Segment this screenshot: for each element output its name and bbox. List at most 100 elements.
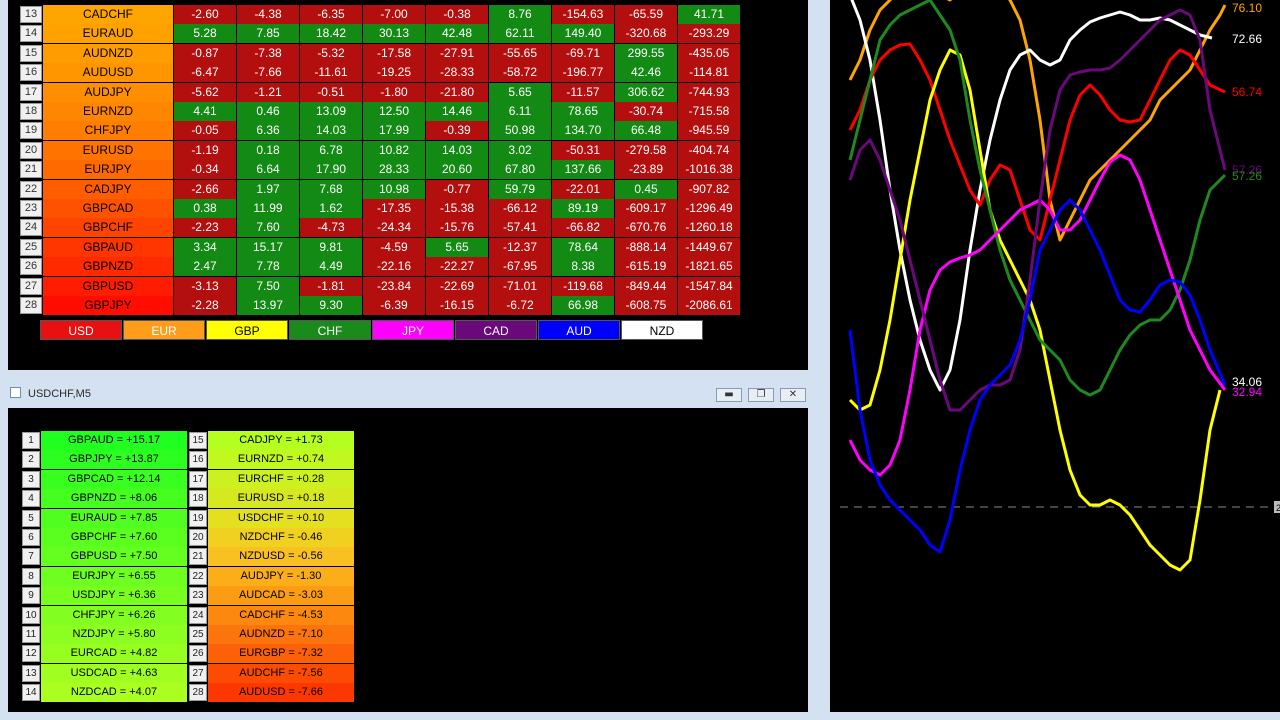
row-number: 15 — [20, 44, 42, 62]
matrix-cell: -27.91 — [426, 43, 488, 63]
ranking-label: EURCHF = +0.28 — [208, 469, 354, 489]
row-number: 27 — [20, 277, 42, 295]
matrix-cell: 50.98 — [489, 121, 551, 141]
matrix-cell: -2.66 — [174, 179, 236, 199]
matrix-cell: -119.68 — [552, 276, 614, 296]
chart-value-label: 56.74 — [1232, 85, 1262, 99]
matrix-row: 18 EURNZD 4.41 0.46 13.09 12.50 14.46 6.11 78.65… — [20, 102, 740, 121]
chart-window-usdchf[interactable]: USDCHF,M5 ▬ ❐ ✕ 1 GBPAUD = +15.17 2 GBPJPY … — [0, 378, 820, 720]
minimize-button[interactable]: ▬ — [716, 388, 742, 402]
currency-strength-chart-window: 76.1072.6656.7457.2657.2634.0632.9420 — [820, 0, 1280, 720]
ranking-number: 12 — [22, 645, 40, 663]
matrix-cell: 7.85 — [237, 24, 299, 44]
window-titlebar[interactable]: USDCHF,M5 ▬ ❐ ✕ — [0, 378, 820, 408]
pair-label: AUDUSD — [43, 63, 173, 83]
matrix-cell: 6.36 — [237, 121, 299, 141]
row-number: 13 — [20, 6, 42, 23]
matrix-cell: 67.80 — [489, 160, 551, 180]
matrix-cell: -28.33 — [426, 63, 488, 83]
ranking-row: 20 NZDCHF = -0.46 — [189, 528, 354, 547]
pair-label: CADJPY — [43, 179, 173, 199]
matrix-cell: 4.41 — [174, 102, 236, 121]
matrix-cell: -58.72 — [489, 63, 551, 83]
matrix-cell: -11.57 — [552, 82, 614, 102]
ranking-label: AUDCAD = -3.03 — [208, 586, 354, 606]
matrix-cell: -22.27 — [426, 257, 488, 277]
matrix-cell: 20.60 — [426, 160, 488, 180]
matrix-cell: -907.82 — [678, 179, 740, 199]
ranking-row: 27 AUDCHF = -7.56 — [189, 663, 354, 683]
legend-aud: AUD — [538, 320, 620, 340]
close-button[interactable]: ✕ — [780, 388, 806, 402]
matrix-cell: -888.14 — [615, 237, 677, 257]
matrix-cell: -196.77 — [552, 63, 614, 83]
matrix-cell: 18.42 — [300, 24, 362, 44]
ranking-number: 23 — [189, 587, 207, 605]
ranking-number: 2 — [22, 451, 40, 469]
matrix-cell: 89.19 — [552, 199, 614, 218]
ranking-row: 3 GBPCAD = +12.14 — [22, 469, 187, 489]
matrix-cell: -17.35 — [363, 199, 425, 218]
matrix-cell: -55.65 — [489, 43, 551, 63]
matrix-cell: -0.05 — [174, 121, 236, 141]
matrix-cell: -849.44 — [615, 276, 677, 296]
matrix-cell: -4.38 — [237, 5, 299, 24]
pair-label: EURAUD — [43, 24, 173, 44]
matrix-row: 28 GBPJPY -2.28 13.97 9.30 -6.39 -16.15 -6.72 66… — [20, 296, 740, 315]
ranking-label: NZDCAD = +4.07 — [41, 683, 187, 703]
matrix-cell: 0.38 — [174, 199, 236, 218]
matrix-cell: -16.15 — [426, 296, 488, 315]
chart-value-label: 32.94 — [1232, 385, 1262, 399]
matrix-cell: -1.80 — [363, 82, 425, 102]
matrix-cell: 1.97 — [237, 179, 299, 199]
matrix-cell: 12.50 — [363, 102, 425, 121]
matrix-row: 22 CADJPY -2.66 1.97 7.68 10.98 -0.77 59.79 -22.… — [20, 179, 740, 199]
matrix-row: 19 CHFJPY -0.05 6.36 14.03 17.99 -0.39 50.98 134… — [20, 121, 740, 141]
ranking-row: 9 USDJPY = +6.36 — [22, 586, 187, 606]
matrix-cell: 6.11 — [489, 102, 551, 121]
mdi-bottom-border — [0, 712, 820, 720]
matrix-cell: 306.62 — [615, 82, 677, 102]
restore-button[interactable]: ❐ — [748, 388, 774, 402]
matrix-cell: -1296.49 — [678, 199, 740, 218]
legend-cad: CAD — [455, 320, 537, 340]
chart-window-icon — [10, 387, 21, 398]
matrix-cell: 6.64 — [237, 160, 299, 180]
ranking-number: 3 — [22, 470, 40, 488]
pair-label: GBPJPY — [43, 296, 173, 315]
ranking-label: EURAUD = +7.85 — [41, 508, 187, 528]
legend-chf: CHF — [289, 320, 371, 340]
strength-matrix-window: 13 CADCHF -2.60 -4.38 -6.35 -7.00 -0.38 8.76 -15… — [0, 0, 820, 378]
matrix-cell: 0.18 — [237, 140, 299, 160]
ranking-row: 1 GBPAUD = +15.17 — [22, 431, 187, 450]
ranking-number: 19 — [189, 509, 207, 527]
ranking-number: 5 — [22, 509, 40, 527]
matrix-cell: -1260.18 — [678, 218, 740, 238]
legend-nzd: NZD — [621, 320, 703, 340]
ranking-label: EURCAD = +4.82 — [41, 644, 187, 664]
row-number: 16 — [20, 64, 42, 82]
matrix-cell: 5.65 — [489, 82, 551, 102]
pair-label: GBPCAD — [43, 199, 173, 218]
ranking-number: 13 — [22, 664, 40, 682]
matrix-cell: 4.49 — [300, 257, 362, 277]
ranking-number: 22 — [189, 567, 207, 585]
row-number: 19 — [20, 122, 42, 140]
matrix-cell: 10.98 — [363, 179, 425, 199]
ranking-row: 28 AUDUSD = -7.66 — [189, 683, 354, 703]
matrix-row: 15 AUDNZD -0.87 -7.38 -5.32 -17.58 -27.91 -55.6… — [20, 43, 740, 63]
matrix-cell: -71.01 — [489, 276, 551, 296]
ranking-row: 7 GBPUSD = +7.50 — [22, 547, 187, 567]
matrix-row: 17 AUDJPY -5.62 -1.21 -0.51 -1.80 -21.80 5.65 -1… — [20, 82, 740, 102]
ranking-number: 14 — [22, 684, 40, 702]
matrix-cell: -2.60 — [174, 5, 236, 24]
matrix-cell: 28.33 — [363, 160, 425, 180]
matrix-cell: -11.61 — [300, 63, 362, 83]
matrix-cell: -1449.67 — [678, 237, 740, 257]
matrix-cell: -2.23 — [174, 218, 236, 238]
pair-label: EURJPY — [43, 160, 173, 180]
matrix-cell: -0.38 — [426, 5, 488, 24]
ranking-number: 20 — [189, 529, 207, 546]
matrix-cell: 15.17 — [237, 237, 299, 257]
matrix-cell: -66.12 — [489, 199, 551, 218]
